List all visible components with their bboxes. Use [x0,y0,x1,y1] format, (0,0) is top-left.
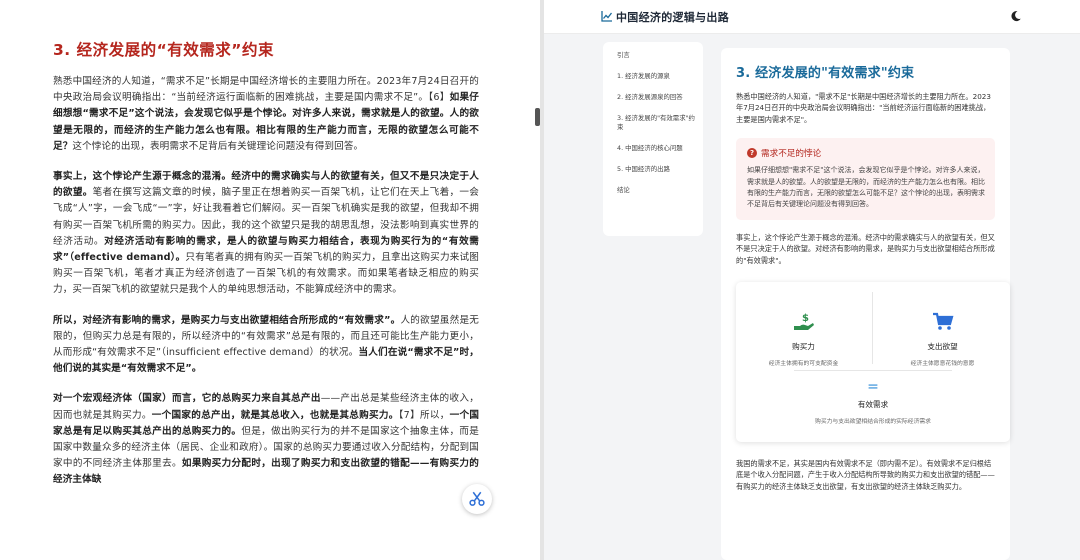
document-title: 3. 经济发展的“有效需求”约束 [53,41,274,59]
paradox-callout: ? 需求不足的悖论 如果仔细想想"需求不足"这个说法，会发现它似乎是个悖论。对许… [736,138,995,220]
text-run: 这个悖论的出现，表明需求不足背后有关键理论问题没有得到回答。 [72,140,364,152]
divider [872,292,873,365]
section-title: 3. 经济发展的"有效需求"约束 [736,66,915,81]
section-card: 3. 经济发展的"有效需求"约束 熟悉中国经济的人知道，"需求不足"长期是中国经… [721,48,1010,560]
scissors-icon [469,491,485,506]
spending-desire-desc: 经济主体愿意花钱的意愿 [910,361,975,368]
text-run: 熟悉中国经济的人知道，“需求不足”长期是中国经济增长的主要阻力所在。2023年7… [53,76,479,104]
exclamation-circle-icon: ? [747,148,757,159]
toc-item-conclusion[interactable]: 结论 [617,186,695,195]
toc-item-intro[interactable]: 引言 [617,51,695,60]
closing-paragraph: 我国的需求不足，其实是国内有效需求不足（即内需不足）。有效需求不足归根结底是个收… [736,459,995,491]
app-title: 中国经济的逻辑与出路 [616,11,729,24]
document-content: 3. 经济发展的“有效需求”约束 熟悉中国经济的人知道，“需求不足”长期是中国经… [53,38,479,503]
splitter-handle[interactable] [535,108,540,126]
app-header: 中国经济的逻辑与出路 [544,0,1080,34]
text-run: 对一个宏观经济体（国家）而言，它的总购买力来自其总产出 [53,393,321,405]
effective-demand-block: = 有效需求 购买力与支出欲望相结合形成的实际经济需求 [736,380,1010,425]
text-run: 所以，对经济有影响的需求，是购买力与支出欲望相结合所形成的“有效需求”。 [53,314,401,326]
text-run: 【7】所以， [398,409,450,421]
hand-dollar-icon: $ [793,313,814,331]
moon-icon[interactable] [1010,10,1022,22]
purchasing-power-desc: 经济主体拥有的可支配资金 [768,361,839,368]
scissors-button[interactable] [462,484,492,514]
divider [794,370,952,372]
effective-demand-diagram: $ 购买力 经济主体拥有的可支配资金 支出欲望 经济主体愿意花钱的意愿 = 有效… [736,282,1010,443]
toc-item-3[interactable]: 3. 经济发展的"有效需求"约束 [617,114,695,132]
table-of-contents: 引言 1. 经济发展的源泉 2. 经济发展源泉的回答 3. 经济发展的"有效需求… [603,42,703,236]
document-paragraph: 熟悉中国经济的人知道，“需求不足”长期是中国经济增长的主要阻力所在。2023年7… [53,74,479,155]
document-pane: 3. 经济发展的“有效需求”约束 熟悉中国经济的人知道，“需求不足”长期是中国经… [0,0,540,560]
effective-demand-desc: 购买力与支出欲望相结合形成的实际经济需求 [815,419,931,426]
effective-demand-label: 有效需求 [857,400,889,410]
paradox-heading: ? 需求不足的悖论 [747,147,985,159]
toc-item-4[interactable]: 4. 中国经济的核心问题 [617,144,695,153]
document-paragraph: 对一个宏观经济体（国家）而言，它的总购买力来自其总产出——产出总是某些经济主体的… [53,391,479,488]
paradox-text: 如果仔细想想"需求不足"这个说法，会发现它似乎是个悖论。对许多人来说，需求就是人… [747,166,985,209]
text-run: 一个国家的总产出，就是其总收入，也就是其总购买力。 [151,409,399,421]
app-pane: 中国经济的逻辑与出路 引言 1. 经济发展的源泉 2. 经济发展源泉的回答 3.… [544,0,1080,560]
toc-item-2[interactable]: 2. 经济发展源泉的回答 [617,93,695,102]
toc-item-1[interactable]: 1. 经济发展的源泉 [617,72,695,81]
paradox-heading-text: 需求不足的悖论 [761,149,822,160]
svg-text:$: $ [802,313,809,324]
intro-paragraph: 熟悉中国经济的人知道，"需求不足"长期是中国经济增长的主要阻力所在。2023年7… [736,92,991,124]
document-paragraph: 所以，对经济有影响的需求，是购买力与支出欲望相结合所形成的“有效需求”。人的欲望… [53,313,479,378]
detail-paragraph: 事实上，这个悖论产生源于概念的混淆。经济中的需求确实与人的欲望有关，但又不是只决… [736,232,995,265]
shopping-cart-icon [932,312,953,330]
toc-item-5[interactable]: 5. 中国经济的出路 [617,165,695,174]
spending-desire-label: 支出欲望 [927,342,958,352]
purchasing-power-block: $ 购买力 经济主体拥有的可支配资金 [742,312,865,367]
line-chart-icon [601,11,613,22]
purchasing-power-label: 购买力 [792,342,815,352]
spending-desire-block: 支出欲望 经济主体愿意花钱的意愿 [881,312,1004,367]
document-paragraph: 事实上，这个悖论产生源于概念的混淆。经济中的需求确实与人的欲望有关，但又不是只决… [53,169,479,299]
equals-icon: = [867,379,879,396]
